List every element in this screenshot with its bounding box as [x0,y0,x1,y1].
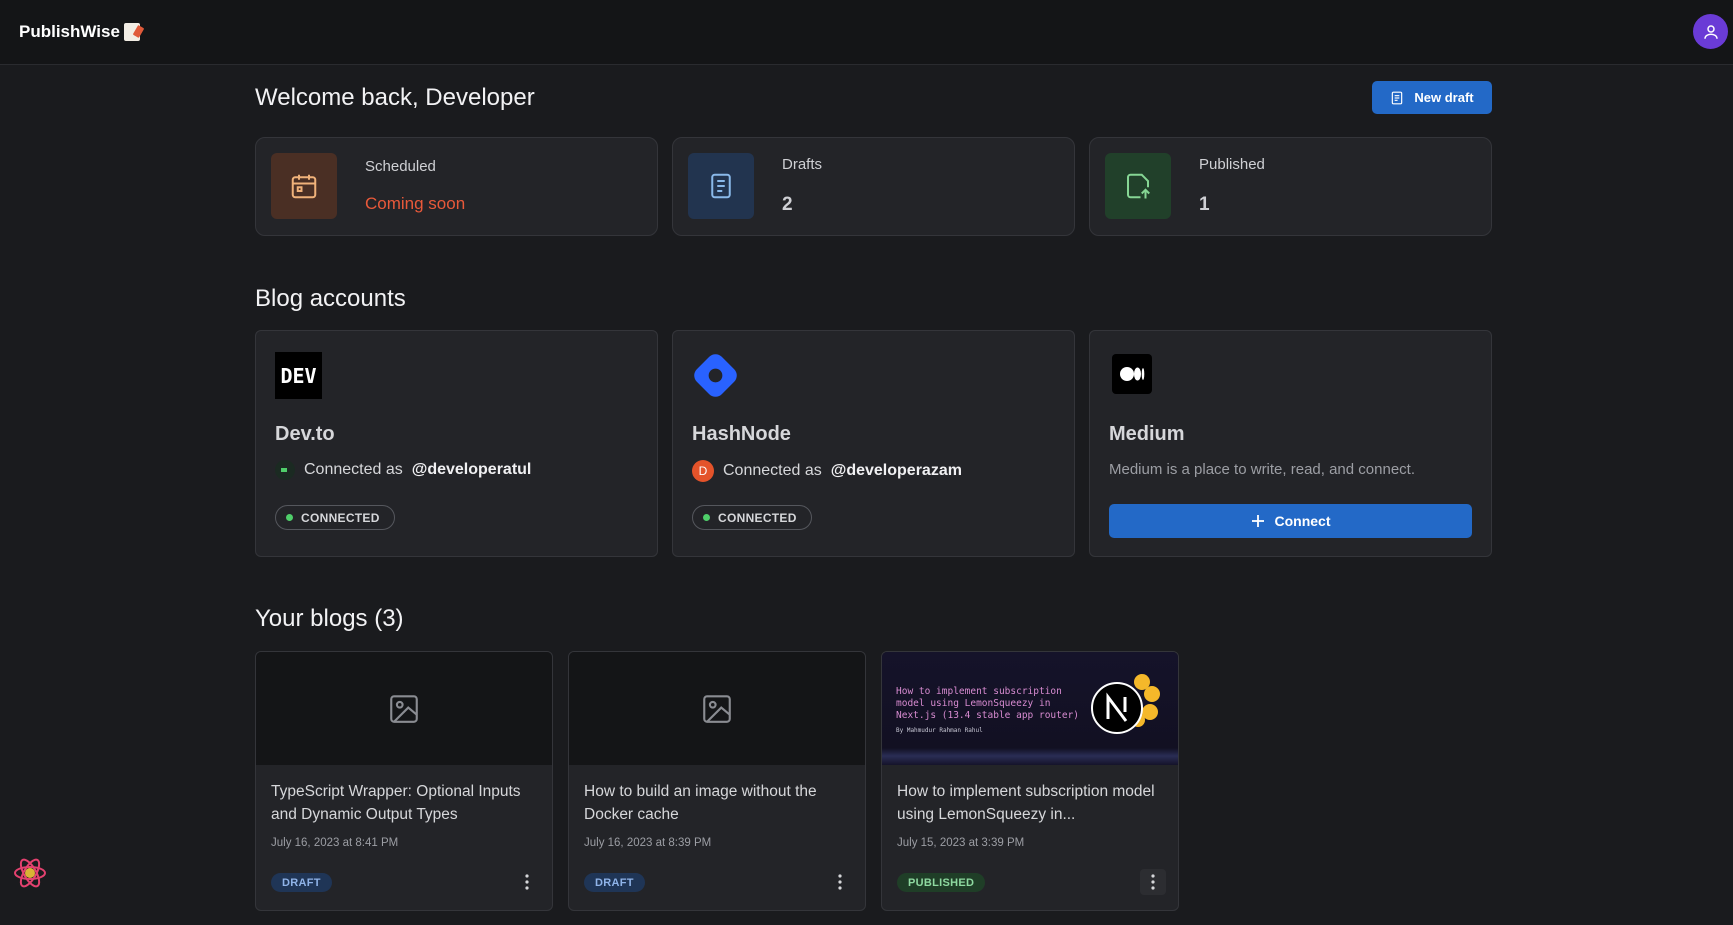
document-icon [711,173,731,199]
status-badge: CONNECTED [275,505,395,530]
blog-date: July 16, 2023 at 8:41 PM [271,837,399,849]
blog-title: How to build an image without the Docker… [584,783,817,823]
blog-card[interactable]: How to build an image without the Docker… [568,651,866,911]
blog-title: How to implement subscription model usin… [897,783,1155,823]
account-name: Dev.to [275,423,335,445]
kebab-menu-icon [525,874,529,890]
react-devtools-icon[interactable] [12,855,48,891]
stat-icon-box [688,153,754,219]
stat-icon-box [271,153,337,219]
status-dot-icon [703,514,710,521]
page-title: Welcome back, Developer [255,84,535,111]
connected-as: D Connected as @developerazam [692,460,962,482]
image-placeholder-icon [703,694,731,723]
kebab-menu-icon [838,874,842,890]
stat-value: 1 [1199,194,1210,215]
connect-label: Connect [1274,513,1331,529]
upload-icon [1127,173,1150,199]
blog-date: July 15, 2023 at 3:39 PM [897,837,1025,849]
status-dot-icon [286,514,293,521]
stat-label: Published [1199,156,1265,173]
account-avatar [275,460,295,480]
medium-logo [1112,354,1152,394]
stat-value: Coming soon [365,194,466,213]
stat-value: 2 [782,194,793,215]
section-title-accounts: Blog accounts [255,285,406,312]
account-username: @developerazam [830,462,962,479]
account-description: Medium is a place to write, read, and co… [1109,461,1415,478]
blog-card[interactable]: How to implement subscription model usin… [881,651,1179,911]
stat-card-published: Published 1 [1089,137,1492,236]
nextjs-logo-icon [1091,674,1160,734]
more-options-button[interactable] [827,869,853,895]
more-options-button[interactable] [1140,869,1166,895]
brand-logo[interactable]: PublishWise [19,22,140,42]
blog-title: TypeScript Wrapper: Optional Inputs and … [271,783,521,823]
image-placeholder-icon [390,694,418,723]
connected-as: Connected as @developeratul [275,460,531,480]
brand-name: PublishWise [19,22,120,41]
section-title-blogs: Your blogs (3) [255,605,404,632]
hashnode-logo [692,352,739,399]
status-badge: DRAFT [271,873,332,892]
account-name: HashNode [692,423,791,445]
plus-icon [1251,515,1264,527]
more-options-button[interactable] [514,869,540,895]
calendar-icon [291,174,317,199]
kebab-menu-icon [1151,874,1155,890]
stat-icon-box [1105,153,1171,219]
devto-logo: DEV [275,352,322,399]
status-badge: DRAFT [584,873,645,892]
account-avatar: D [692,460,714,482]
blog-cover-image: How to implement subscription model usin… [882,652,1178,765]
account-card-devto: DEV Dev.to Connected as @developeratul C… [255,330,658,557]
top-navbar: PublishWise [0,0,1733,65]
account-card-hashnode: HashNode D Connected as @developerazam C… [672,330,1075,557]
stat-label: Scheduled [365,158,436,175]
blog-card[interactable]: TypeScript Wrapper: Optional Inputs and … [255,651,553,911]
memo-icon [123,23,140,41]
user-avatar-button[interactable] [1693,14,1728,49]
connected-prefix: Connected as [723,462,822,479]
document-icon [1392,91,1403,104]
blog-thumbnail [569,652,865,765]
blog-date: July 16, 2023 at 8:39 PM [584,837,712,849]
new-draft-label: New draft [1414,90,1474,105]
cover-author: By Mahmudur Rahman Rahul [896,727,983,734]
new-draft-button[interactable]: New draft [1372,81,1492,114]
stat-card-scheduled: Scheduled Coming soon [255,137,658,236]
blog-thumbnail [256,652,552,765]
account-name: Medium [1109,423,1185,445]
status-badge: CONNECTED [692,505,812,530]
account-username: @developeratul [411,461,532,478]
account-card-medium: Medium Medium is a place to write, read,… [1089,330,1492,557]
connect-button[interactable]: Connect [1109,504,1472,538]
stat-label: Drafts [782,156,823,173]
connected-prefix: Connected as [304,461,403,478]
cover-text: How to implement subscription model usin… [896,686,1080,721]
stat-card-drafts: Drafts 2 [672,137,1075,236]
status-badge: PUBLISHED [897,873,986,892]
user-icon [1703,24,1718,39]
